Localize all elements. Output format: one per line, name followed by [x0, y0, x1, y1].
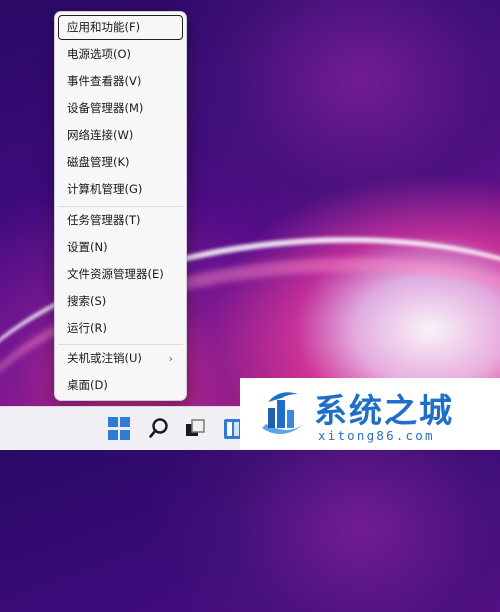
task-view-icon[interactable] — [184, 417, 208, 441]
menu-item-label: 关机或注销(U) — [67, 351, 142, 365]
site-watermark: 系统之城 xitong86.com — [240, 378, 500, 449]
watermark-title: 系统之城 — [314, 391, 454, 430]
chevron-right-icon: › — [168, 352, 173, 365]
menu-separator — [58, 206, 183, 207]
menu-item-event-viewer[interactable]: 事件查看器(V) — [58, 69, 183, 94]
watermark-logo — [262, 392, 304, 435]
menu-item-computer-management[interactable]: 计算机管理(G) — [58, 177, 183, 202]
menu-item-run[interactable]: 运行(R) — [58, 316, 183, 341]
search-icon[interactable] — [148, 417, 172, 441]
menu-item-task-manager[interactable]: 任务管理器(T) — [58, 208, 183, 233]
menu-separator — [58, 344, 183, 345]
menu-item-shutdown-signout[interactable]: 关机或注销(U) › — [58, 346, 183, 371]
menu-item-power-options[interactable]: 电源选项(O) — [58, 42, 183, 67]
windows-start-icon[interactable] — [108, 417, 132, 441]
menu-item-network-connections[interactable]: 网络连接(W) — [58, 123, 183, 148]
menu-item-device-manager[interactable]: 设备管理器(M) — [58, 96, 183, 121]
menu-item-settings[interactable]: 设置(N) — [58, 235, 183, 260]
menu-item-search[interactable]: 搜索(S) — [58, 289, 183, 314]
menu-item-apps-features[interactable]: 应用和功能(F) — [58, 15, 183, 40]
menu-item-file-explorer[interactable]: 文件资源管理器(E) — [58, 262, 183, 287]
menu-item-disk-management[interactable]: 磁盘管理(K) — [58, 150, 183, 175]
menu-item-desktop[interactable]: 桌面(D) — [58, 373, 183, 398]
winx-context-menu: 应用和功能(F) 电源选项(O) 事件查看器(V) 设备管理器(M) 网络连接(… — [54, 11, 187, 401]
watermark-url: xitong86.com — [318, 428, 435, 443]
